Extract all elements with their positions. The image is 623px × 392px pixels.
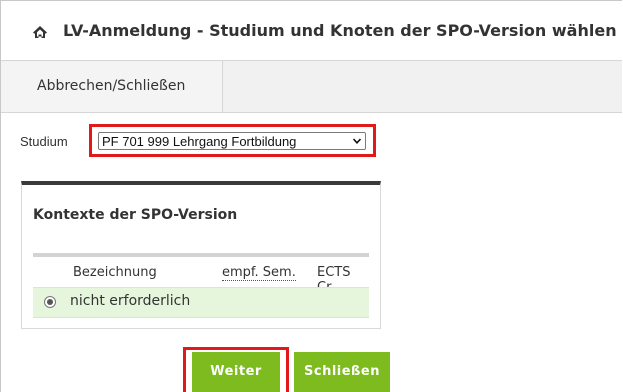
- studium-select[interactable]: PF 701 999 Lehrgang Fortbildung: [98, 132, 366, 150]
- column-header-empf-sem: empf. Sem.: [222, 265, 296, 281]
- chevron-down-icon: [353, 138, 361, 144]
- context-table: Bezeichnung empf. Sem. ECTS Cr. nicht er…: [33, 253, 369, 318]
- studium-selected-value: PF 701 999 Lehrgang Fortbildung: [102, 134, 297, 149]
- context-panel: Kontexte der SPO-Version Bezeichnung emp…: [21, 181, 381, 329]
- page-title: LV-Anmeldung - Studium und Knoten der SP…: [63, 21, 617, 40]
- weiter-button[interactable]: Weiter: [192, 352, 280, 392]
- studium-label: Studium: [20, 134, 68, 149]
- row-label: nicht erforderlich: [70, 293, 191, 309]
- column-header-bezeichnung: Bezeichnung: [73, 265, 157, 280]
- studium-highlight: PF 701 999 Lehrgang Fortbildung: [89, 124, 376, 157]
- home-icon[interactable]: [32, 25, 48, 39]
- studium-row: Studium PF 701 999 Lehrgang Fortbildung: [0, 120, 623, 166]
- table-row[interactable]: nicht erforderlich: [33, 287, 369, 318]
- schliessen-button[interactable]: Schließen: [294, 352, 390, 392]
- table-header: Bezeichnung empf. Sem. ECTS Cr.: [33, 257, 369, 296]
- row-radio[interactable]: [44, 296, 56, 308]
- context-panel-title: Kontexte der SPO-Version: [33, 207, 238, 223]
- title-bar: LV-Anmeldung - Studium und Knoten der SP…: [1, 1, 622, 61]
- toolbar: Abbrechen/Schließen: [1, 61, 622, 113]
- cancel-close-button[interactable]: Abbrechen/Schließen: [1, 61, 223, 112]
